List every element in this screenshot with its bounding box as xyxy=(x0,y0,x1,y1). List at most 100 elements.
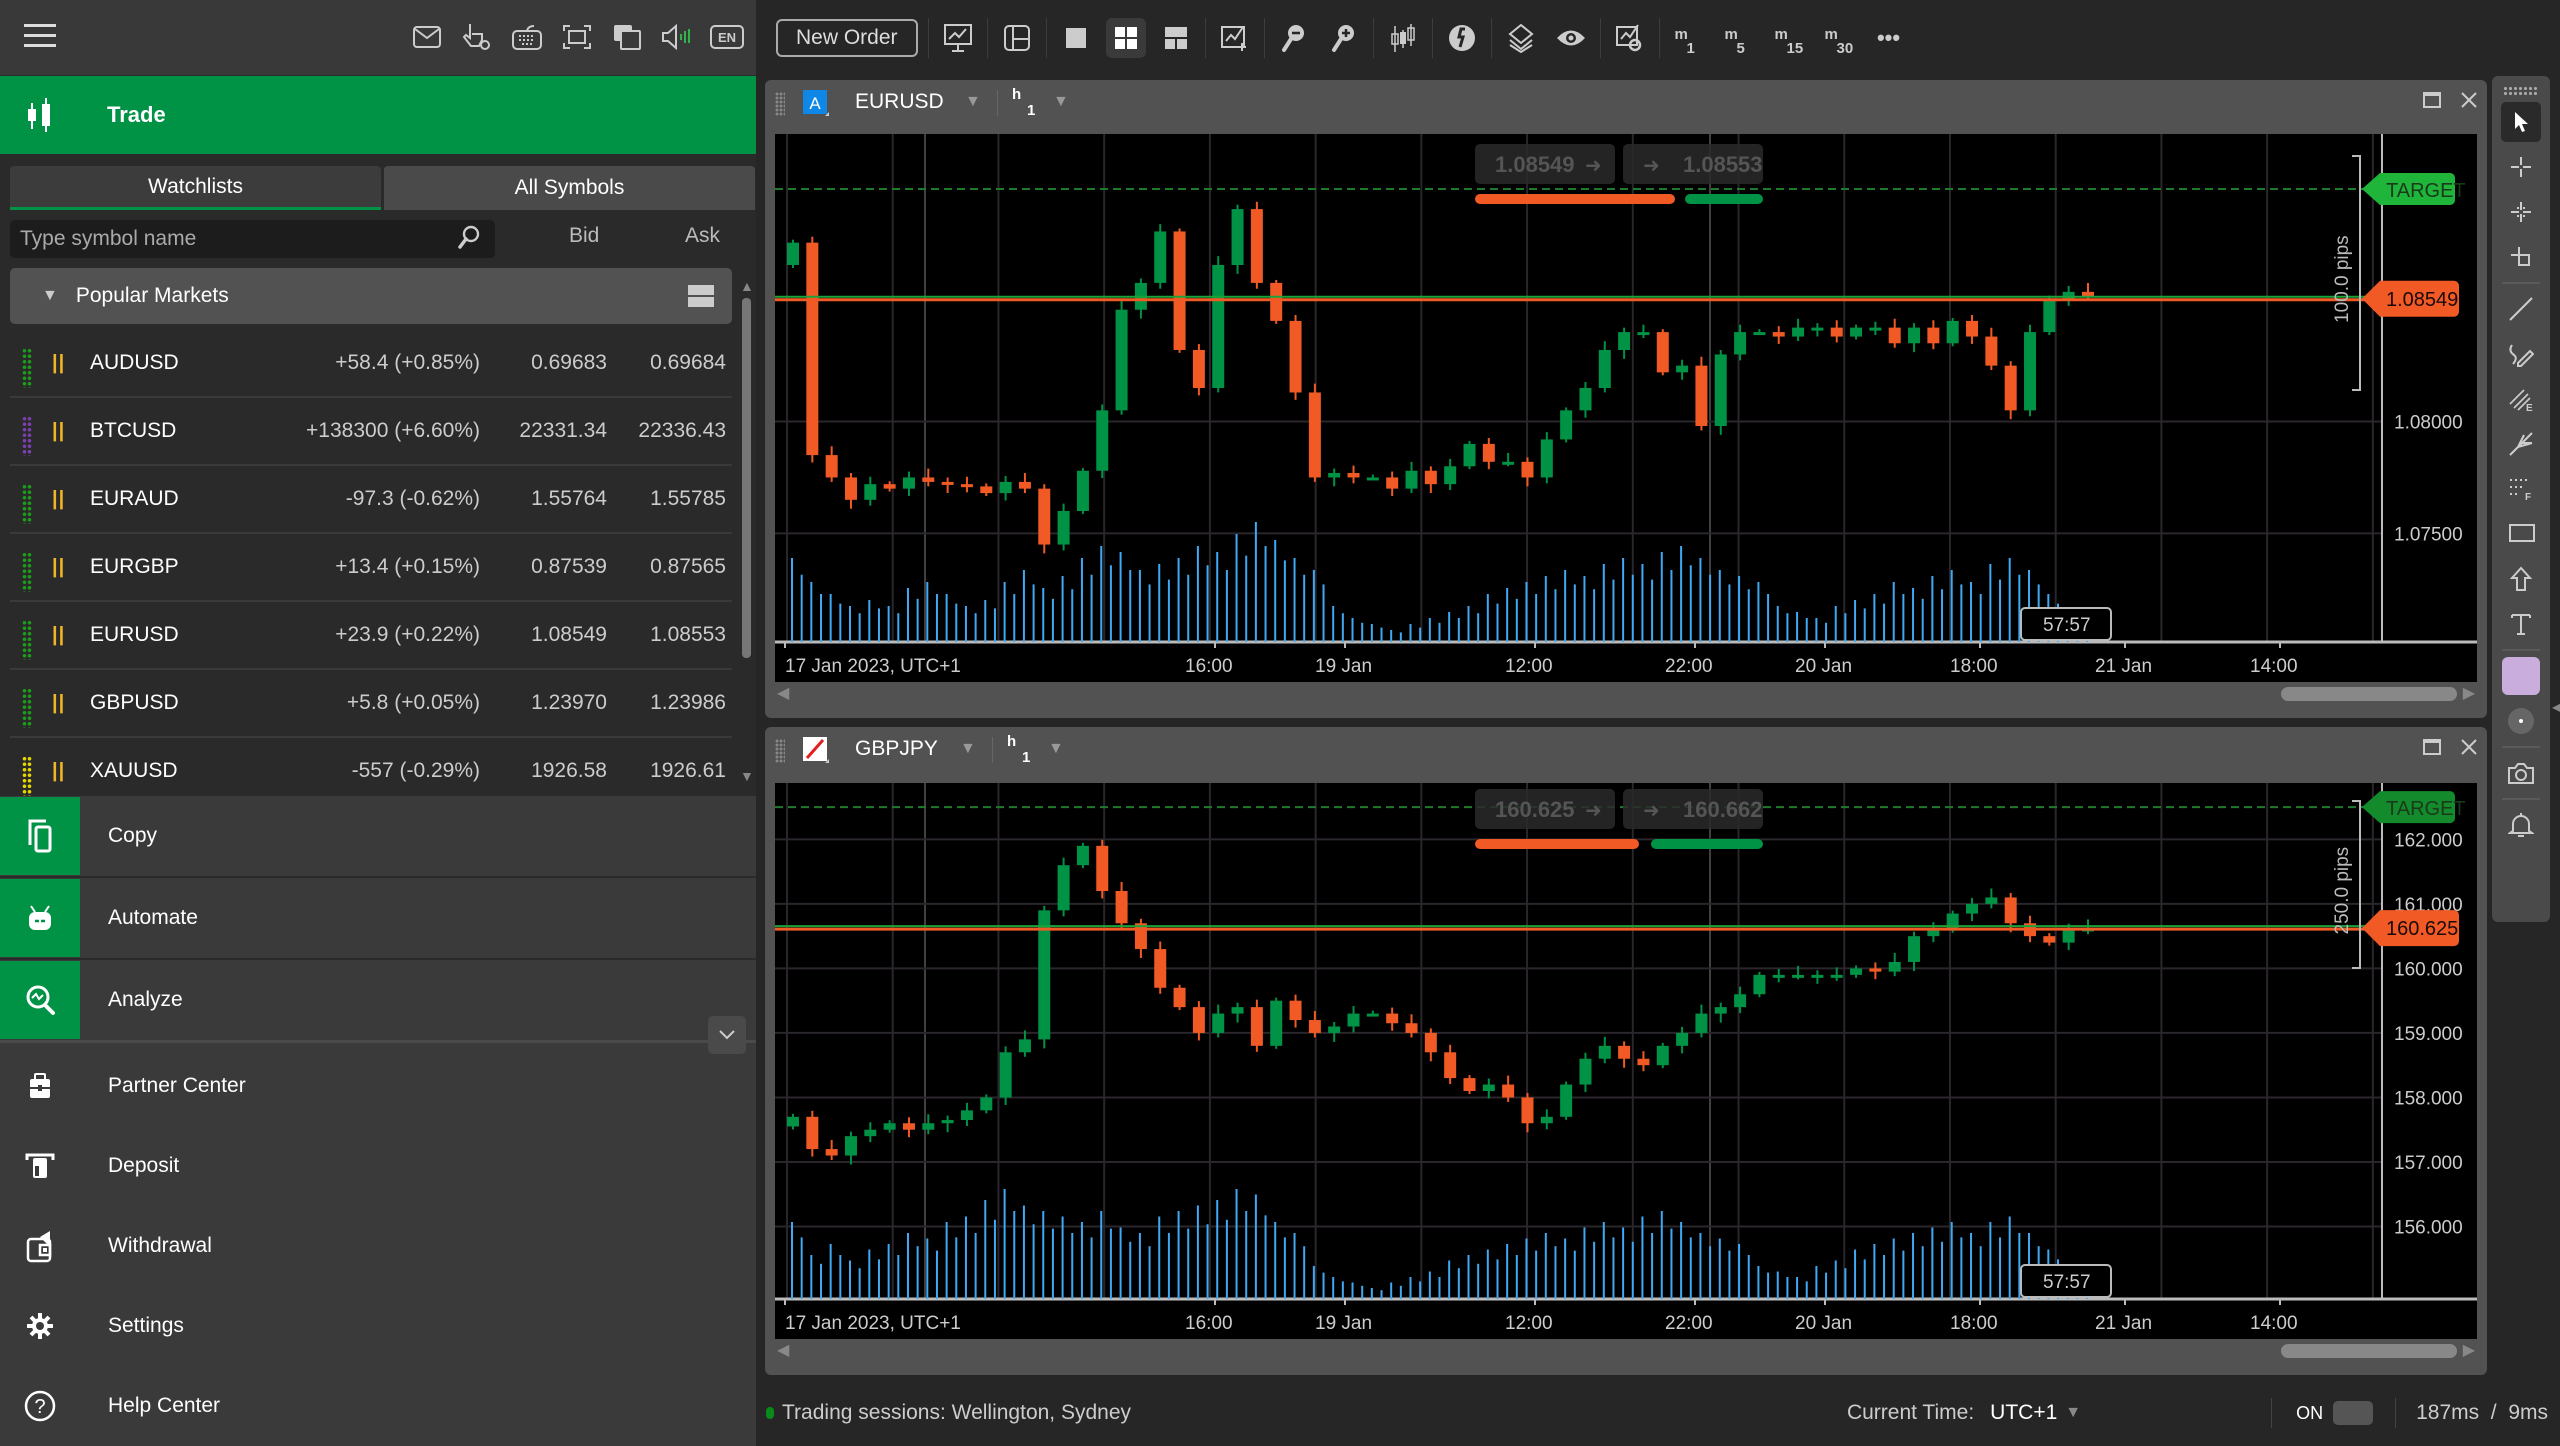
crosshair-icon[interactable] xyxy=(2501,147,2541,187)
tab-all-symbols[interactable]: All Symbols xyxy=(384,166,755,210)
timeframe-number[interactable]: 1 xyxy=(1027,102,1035,119)
timeframe-dropdown-icon[interactable]: ▼ xyxy=(1048,740,1064,758)
scrollbar-thumb[interactable] xyxy=(2281,1344,2457,1358)
menu-item-deposit[interactable]: Deposit xyxy=(0,1126,756,1206)
more-options-icon[interactable]: ••• xyxy=(1869,18,1909,58)
drag-handle-icon[interactable] xyxy=(22,688,32,728)
menu-item-analyze[interactable]: Analyze xyxy=(0,960,756,1040)
chart-symbol[interactable]: EURUSD xyxy=(855,90,944,114)
watchlist-row[interactable]: || BTCUSD +138300 (+6.60%) 22331.34 2233… xyxy=(10,398,732,466)
rectangle-icon[interactable] xyxy=(2501,514,2541,554)
close-icon[interactable] xyxy=(2461,739,2477,760)
symbol-search-input[interactable] xyxy=(20,227,457,251)
row-bid[interactable]: 1926.58 xyxy=(531,759,607,783)
maximize-icon[interactable] xyxy=(2423,92,2441,113)
timeframe-number[interactable]: 1 xyxy=(1022,749,1030,766)
color-swatch-button[interactable] xyxy=(2501,656,2541,696)
pause-icon[interactable]: || xyxy=(52,352,65,375)
chart-label-a-icon[interactable]: A xyxy=(803,90,829,116)
chart-symbol[interactable]: GBPJPY xyxy=(855,737,938,761)
elliott-wave-icon[interactable]: E xyxy=(2501,379,2541,419)
collapse-toolbar-icon[interactable]: ◀ xyxy=(2552,700,2560,714)
timeframe-button[interactable]: m 15 xyxy=(1769,18,1809,58)
menu-item-automate[interactable]: Automate xyxy=(0,878,756,958)
menu-item-withdrawal[interactable]: Withdrawal xyxy=(0,1206,756,1286)
drag-handle-icon[interactable] xyxy=(22,416,32,456)
visibility-eye-icon[interactable] xyxy=(1551,18,1591,58)
maximize-icon[interactable] xyxy=(2423,739,2441,760)
single-chart-icon[interactable] xyxy=(1056,18,1096,58)
buy-price[interactable]: 1.08553 xyxy=(1683,152,1763,177)
windows-icon[interactable] xyxy=(610,20,644,54)
fullscreen-icon[interactable] xyxy=(560,20,594,54)
gesture-settings-icon[interactable] xyxy=(460,20,494,54)
popular-markets-group[interactable]: ▼ Popular Markets xyxy=(10,268,732,324)
watchlist-row[interactable]: || EURUSD +23.9 (+0.22%) 1.08549 1.08553 xyxy=(10,602,732,670)
pointer-cursor-icon[interactable] xyxy=(2501,102,2541,142)
row-ask[interactable]: 1.08553 xyxy=(650,623,726,647)
drag-handle-icon[interactable] xyxy=(2503,86,2539,96)
menu-item-copy[interactable]: Copy xyxy=(0,796,756,876)
row-bid[interactable]: 0.69683 xyxy=(531,351,607,375)
timeframe-button[interactable]: m 30 xyxy=(1819,18,1859,58)
scroll-right-icon[interactable]: ▶ xyxy=(2463,683,2475,703)
watchlist-row[interactable]: || AUDUSD +58.4 (+0.85%) 0.69683 0.69684 xyxy=(10,330,732,398)
row-bid[interactable]: 22331.34 xyxy=(519,419,607,443)
scroll-right-icon[interactable]: ▶ xyxy=(2463,1340,2475,1360)
scroll-left-icon[interactable]: ◀ xyxy=(777,1340,789,1360)
chart-label-none-icon[interactable] xyxy=(803,737,829,763)
watchlist-row[interactable]: || GBPUSD +5.8 (+0.05%) 1.23970 1.23986 xyxy=(10,670,732,738)
row-ask[interactable]: 1.23986 xyxy=(650,691,726,715)
pitchfork-icon[interactable] xyxy=(2501,424,2541,464)
close-icon[interactable] xyxy=(2461,92,2477,113)
line-thickness-icon[interactable] xyxy=(2501,701,2541,741)
crosshair-dotted-icon[interactable] xyxy=(2501,192,2541,232)
pencil-draw-icon[interactable] xyxy=(2501,334,2541,374)
trend-line-icon[interactable] xyxy=(2501,289,2541,329)
keyboard-icon[interactable] xyxy=(510,20,544,54)
row-ask[interactable]: 0.87565 xyxy=(650,555,726,579)
fibonacci-icon[interactable]: F xyxy=(2501,469,2541,509)
pause-icon[interactable]: || xyxy=(52,420,65,443)
timeframe-button[interactable]: m1 xyxy=(1669,18,1709,58)
menu-item-settings[interactable]: Settings xyxy=(0,1286,756,1366)
scroll-up-icon[interactable]: ▲ xyxy=(740,278,754,294)
menu-item-partner-center[interactable]: Partner Center xyxy=(0,1046,756,1126)
pause-icon[interactable]: || xyxy=(52,556,65,579)
scrollbar-thumb[interactable] xyxy=(2281,687,2457,701)
on-toggle-switch[interactable] xyxy=(2333,1401,2374,1425)
sound-icon[interactable] xyxy=(660,20,694,54)
chart-settings-icon[interactable] xyxy=(1610,18,1650,58)
trade-section-header[interactable]: Trade xyxy=(0,76,756,154)
scroll-down-icon[interactable]: ▼ xyxy=(740,768,754,784)
indicators-icon[interactable] xyxy=(1442,18,1482,58)
buy-price[interactable]: 160.662 xyxy=(1683,797,1763,822)
new-order-button[interactable]: New Order xyxy=(776,18,918,57)
grid-four-charts-icon[interactable] xyxy=(1105,17,1146,58)
mail-icon[interactable] xyxy=(410,20,444,54)
drag-handle-icon[interactable] xyxy=(22,620,32,660)
language-icon[interactable]: EN xyxy=(710,20,744,54)
watchlist-scrollbar[interactable]: ▲ ▼ xyxy=(740,278,754,788)
timeframe-unit[interactable]: h xyxy=(1012,86,1021,103)
collapse-menu-button[interactable] xyxy=(708,1016,746,1054)
row-ask[interactable]: 0.69684 xyxy=(650,351,726,375)
drag-handle-icon[interactable] xyxy=(775,739,785,763)
menu-item-help-center[interactable]: ? Help Center xyxy=(0,1366,756,1446)
add-chart-icon[interactable] xyxy=(1215,18,1255,58)
alert-bell-icon[interactable] xyxy=(2501,805,2541,845)
view-toggle-icon[interactable] xyxy=(688,285,714,307)
row-bid[interactable]: 0.87539 xyxy=(531,555,607,579)
layout-icon[interactable] xyxy=(997,18,1037,58)
symbol-dropdown-icon[interactable]: ▼ xyxy=(960,740,976,758)
row-ask[interactable]: 1.55785 xyxy=(650,487,726,511)
hamburger-menu-icon[interactable] xyxy=(24,24,56,48)
timeframe-button[interactable]: m5 xyxy=(1719,18,1759,58)
drag-handle-icon[interactable] xyxy=(775,92,785,116)
drag-handle-icon[interactable] xyxy=(22,552,32,592)
drag-handle-icon[interactable] xyxy=(22,756,32,796)
camera-snapshot-icon[interactable] xyxy=(2501,753,2541,793)
pause-icon[interactable]: || xyxy=(52,624,65,647)
sell-price[interactable]: 1.08549 xyxy=(1495,152,1575,177)
timezone-dropdown-icon[interactable]: ▼ xyxy=(2065,1404,2081,1422)
